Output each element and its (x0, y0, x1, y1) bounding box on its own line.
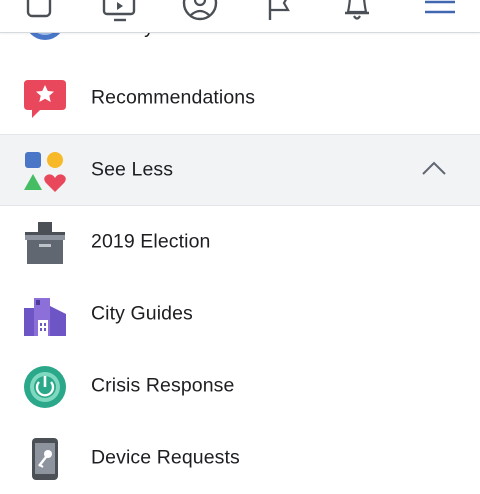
city-guides-icon (24, 298, 66, 336)
menu-item-label: Crisis Response (91, 374, 235, 397)
menu-item-device-requests[interactable]: Device Requests (0, 422, 480, 494)
top-navigation-bar (0, 0, 480, 33)
home-icon[interactable] (24, 0, 60, 20)
menu-item-city-guides[interactable]: City Guides (0, 278, 480, 350)
menu-item-crisis-response[interactable]: Crisis Response (0, 350, 480, 422)
menu-item-label: Device Requests (91, 446, 240, 469)
menu-item-label: 2019 Election (91, 230, 211, 253)
ballot-box-icon (25, 222, 65, 264)
shapes-icon (24, 152, 66, 192)
pages-flag-icon[interactable] (262, 0, 296, 24)
chevron-up-icon[interactable] (420, 159, 448, 179)
watch-icon[interactable] (100, 0, 140, 26)
device-requests-icon (32, 438, 58, 480)
menu-item-label: See Less (91, 158, 174, 181)
menu-item-label: Recommendations (91, 86, 256, 109)
menu-item-2019-election[interactable]: 2019 Election (0, 206, 480, 278)
menu-item-recommendations[interactable]: Recommendations (0, 62, 480, 134)
profile-icon[interactable] (180, 0, 220, 24)
crisis-response-icon (24, 366, 66, 408)
notifications-bell-icon[interactable] (340, 0, 374, 26)
see-less-toggle[interactable]: See Less (0, 134, 480, 206)
recommendations-icon (24, 80, 66, 118)
menu-icon[interactable] (422, 0, 458, 20)
menu-item-label: City Guides (91, 302, 193, 325)
